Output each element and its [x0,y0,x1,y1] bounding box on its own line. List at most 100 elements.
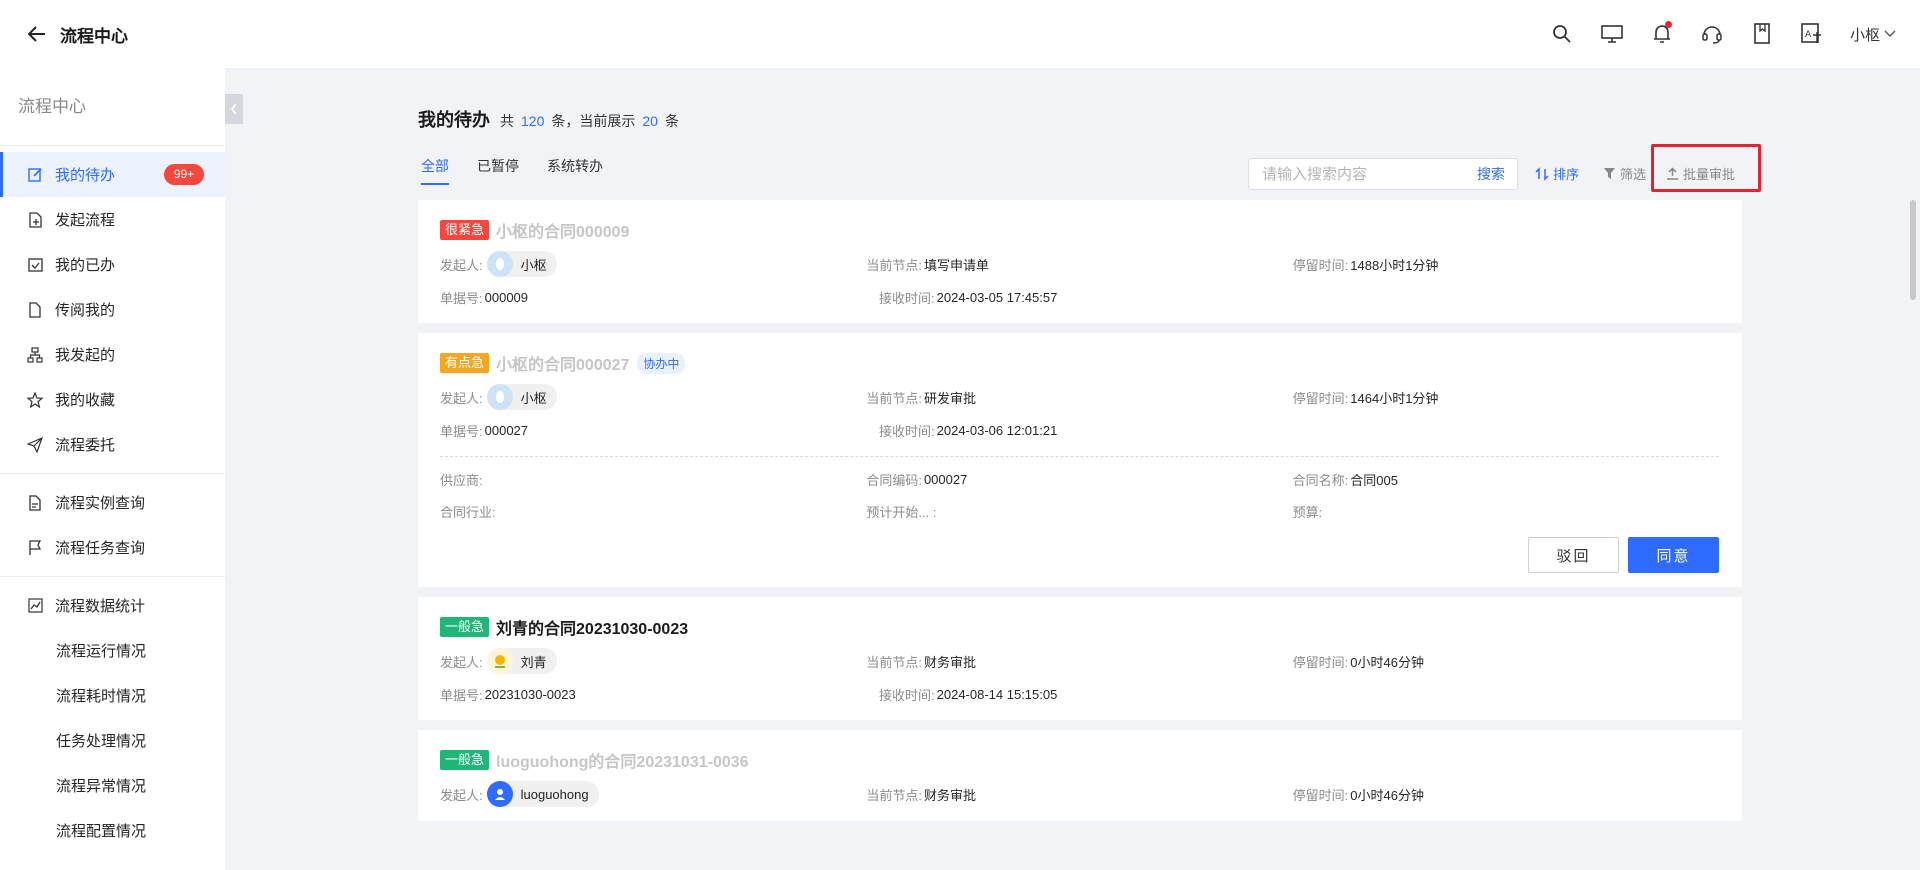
sidebar-item-time-cost[interactable]: 流程耗时情况 [0,673,225,718]
filter-label: 筛选 [1620,167,1647,182]
contract-name-label: 合同名称: [1292,472,1349,488]
translate-icon[interactable]: A [1800,22,1824,46]
sidebar-item-config[interactable]: 流程配置情况 [0,808,225,853]
number-label: 单据号: [440,290,483,306]
sort-icon [1535,166,1549,181]
todo-card[interactable]: 一般急 luoguohong的合同20231031-0036 发起人: luog… [418,730,1742,821]
sidebar-item-data-stats[interactable]: 流程数据统计 [0,583,225,628]
hierarchy-icon [27,346,43,363]
tab-bar: 全部 已暂停 系统转办 [421,156,631,185]
stay-time: 0小时46分钟 [1350,654,1424,670]
received-time: 2024-03-05 17:45:57 [936,289,1058,305]
stay-label: 停留时间: [1292,654,1349,670]
initiator-name: 刘青 [520,654,547,670]
sidebar-item-label: 我的收藏 [55,392,116,409]
industry-label: 合同行业: [440,504,496,520]
avatar [486,648,513,674]
bell-icon[interactable] [1650,21,1674,46]
back-arrow-icon[interactable] [24,21,50,47]
sidebar-item-exceptions[interactable]: 流程异常情况 [0,763,225,808]
scrollbar[interactable] [1910,200,1916,300]
sort-button[interactable]: 排序 [1535,164,1579,183]
contract-code-label: 合同编码: [866,472,922,488]
number-label: 单据号: [440,687,483,703]
file-add-icon [27,211,43,228]
node-label: 当前节点: [866,654,922,670]
tab-paused[interactable]: 已暂停 [477,156,519,185]
count-mid: 条，当前展示 [551,113,636,129]
status-badge: 协办中 [637,352,686,374]
sidebar-item-task-handling[interactable]: 任务处理情况 [0,718,225,763]
search-button[interactable]: 搜索 [1465,164,1517,184]
doc-number: 000009 [484,289,529,305]
headset-icon[interactable] [1700,22,1724,46]
user-name: 小枢 [1849,26,1880,44]
sidebar-item-run-status[interactable]: 流程运行情况 [0,628,225,673]
todo-card[interactable]: 很紧急 小枢的合同000009 发起人: 小枢 当前节点: 填写申请单 停留时间:… [418,200,1742,323]
card-title[interactable]: 刘青的合同20231030-0023 [496,615,688,639]
stay-label: 停留时间: [1292,390,1349,406]
initiator-name: luoguohong [520,786,589,802]
send-icon [27,436,43,453]
node-label: 当前节点: [866,390,922,406]
tab-all[interactable]: 全部 [421,156,449,185]
current-node: 填写申请单 [923,257,989,273]
priority-badge: 有点急 [440,353,490,373]
todo-card[interactable]: 有点急 小枢的合同000027 协办中 发起人: 小枢 当前节点: 研发审批 停留… [418,333,1742,587]
filter-button[interactable]: 筛选 [1603,164,1646,183]
todo-card[interactable]: 一般急 刘青的合同20231030-0023 发起人: 刘青 当前节点: 财务审批… [418,597,1742,720]
card-title[interactable]: 小枢的合同000009 [496,218,629,242]
avatar [486,781,513,807]
priority-badge: 很紧急 [440,220,490,240]
tab-system-transfer[interactable]: 系统转办 [547,156,603,185]
received-label: 接收时间: [879,290,935,306]
doc-number: 000027 [484,422,529,438]
initiator-name: 小枢 [520,390,547,406]
sidebar-item-label: 流程异常情况 [56,778,147,795]
card-title[interactable]: 小枢的合同000027 [496,351,629,375]
sidebar-item-my-done[interactable]: 我的已办 [0,242,225,287]
app-title: 流程中心 [60,26,128,46]
sidebar-item-task-query[interactable]: 流程任务查询 [0,525,225,570]
number-label: 单据号: [440,423,483,439]
todo-list: 很紧急 小枢的合同000009 发起人: 小枢 当前节点: 填写申请单 停留时间:… [418,200,1742,843]
notification-dot [1664,21,1672,28]
total-count: 120 [521,113,545,129]
stay-label: 停留时间: [1292,787,1349,803]
sidebar-item-label: 流程耗时情况 [56,688,147,705]
sidebar-item-favorites[interactable]: 我的收藏 [0,377,225,422]
current-node: 研发审批 [923,390,976,406]
sidebar-item-circulated[interactable]: 传阅我的 [0,287,225,332]
sidebar-collapse-button[interactable] [225,94,243,124]
current-node: 财务审批 [923,787,976,803]
budget-label: 预算: [1292,504,1323,520]
sidebar: 流程中心 我的待办 99+ 发起流程 我的已办 传阅我的 我发起的 我的收藏 流… [0,68,225,870]
doc-number: 20231030-0023 [484,686,576,702]
shown-count: 20 [642,113,658,129]
book-icon[interactable] [1750,22,1774,46]
sidebar-item-instance-query[interactable]: 流程实例查询 [0,480,225,525]
reject-button[interactable]: 驳回 [1528,537,1619,573]
sidebar-header: 流程中心 [0,68,225,146]
calendar-check-icon [27,257,43,273]
sidebar-item-start-process[interactable]: 发起流程 [0,197,225,242]
sidebar-item-delegation[interactable]: 流程委托 [0,422,225,467]
received-label: 接收时间: [879,687,935,703]
search-icon[interactable] [1550,22,1574,46]
user-menu[interactable]: 小枢 [1850,24,1896,45]
initiator-chip: luoguohong [486,781,599,807]
card-title[interactable]: luoguohong的合同20231031-0036 [496,748,749,772]
agree-button[interactable]: 同意 [1628,537,1719,573]
sidebar-item-label: 流程配置情况 [56,823,147,840]
monitor-icon[interactable] [1600,22,1624,46]
chart-icon [27,598,43,614]
sidebar-item-my-initiated[interactable]: 我发起的 [0,332,225,377]
search-box: 搜索 [1248,158,1518,190]
chevron-left-icon [231,103,237,115]
search-input[interactable] [1249,159,1465,189]
sidebar-item-my-todo[interactable]: 我的待办 99+ [0,152,225,197]
todo-count-badge: 99+ [164,164,204,185]
initiator-label: 发起人: [440,257,483,273]
flag-icon [27,539,43,556]
star-icon [27,391,43,408]
